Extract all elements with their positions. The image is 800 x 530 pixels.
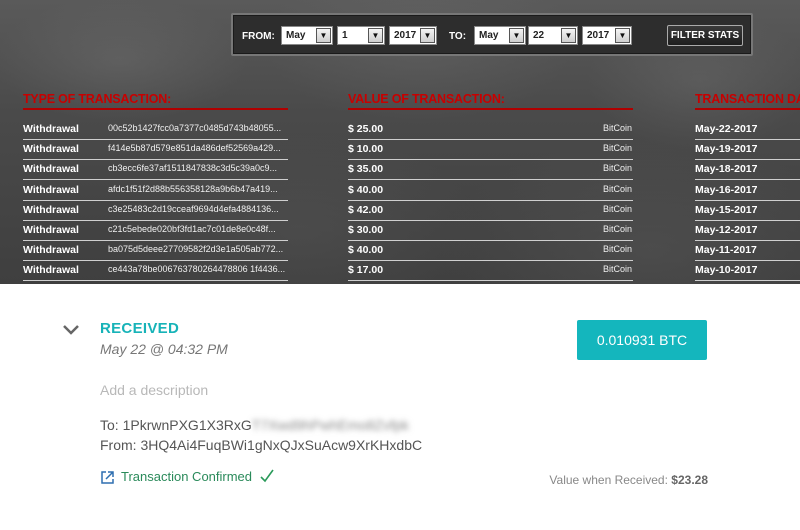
row-divider xyxy=(348,240,633,241)
transaction-date-cell: May-11-2017 xyxy=(695,244,757,256)
transaction-hash-cell: ba075d5deee27709582f2d3e1a505ab772... xyxy=(108,244,284,254)
to-month-select[interactable]: May ▼ xyxy=(474,26,526,45)
redacted-address: T7Xwd9hPwhEmo8Zvfpk xyxy=(251,417,409,433)
transaction-hash-cell: 00c52b1427fcc0a7377c0485d743b48055... xyxy=(108,123,282,133)
to-year-select[interactable]: 2017 ▼ xyxy=(582,26,632,45)
transaction-date-cell: May-12-2017 xyxy=(695,224,758,236)
transaction-type-cell: Withdrawal xyxy=(23,143,79,155)
transaction-hash-cell: afdc1f51f2d88b556358128a9b6b47a419... xyxy=(108,184,278,194)
to-label: TO: xyxy=(449,31,467,42)
transaction-currency-cell: BitCoin xyxy=(602,244,632,254)
row-divider xyxy=(348,260,633,261)
transaction-currency-cell: BitCoin xyxy=(602,204,632,214)
row-divider xyxy=(23,260,288,261)
row-divider xyxy=(23,240,288,241)
transaction-date-cell: May-19-2017 xyxy=(695,143,758,155)
transaction-value-cell: $ 40.00 xyxy=(348,184,384,196)
dropdown-arrow-icon: ▼ xyxy=(368,28,383,43)
row-divider xyxy=(695,179,800,180)
row-divider xyxy=(695,200,800,201)
from-year-select[interactable]: 2017 ▼ xyxy=(389,26,437,45)
transaction-type-cell: Withdrawal xyxy=(23,163,79,175)
transaction-value-cell: $ 30.00 xyxy=(348,224,384,236)
transaction-type-cell: Withdrawal xyxy=(23,224,79,236)
transaction-hash-cell: cb3ecc6fe37af1511847838c3d5c39a0c9... xyxy=(108,163,277,173)
dropdown-arrow-icon: ▼ xyxy=(615,28,630,43)
transaction-currency-cell: BitCoin xyxy=(602,123,632,133)
chevron-down-icon[interactable] xyxy=(62,323,80,337)
from-day-select[interactable]: 1 ▼ xyxy=(337,26,385,45)
row-divider xyxy=(695,159,800,160)
row-divider xyxy=(348,179,633,180)
add-description-field[interactable]: Add a description xyxy=(100,382,208,398)
row-divider xyxy=(348,159,633,160)
date-column-header: TRANSACTION DA xyxy=(695,92,800,106)
transaction-type-cell: Withdrawal xyxy=(23,184,79,196)
to-address: To: 1PkrwnPXG1X3RxGT7Xwd9hPwhEmo8Zvfpk xyxy=(100,417,409,433)
transaction-type-cell: Withdrawal xyxy=(23,123,79,135)
transaction-hash-cell: c21c5ebede020bf3fd1ac7c01de8e0c48f... xyxy=(108,224,276,234)
transaction-confirmed-link[interactable]: Transaction Confirmed xyxy=(121,469,252,484)
transaction-date-cell: May-10-2017 xyxy=(695,264,758,276)
transaction-currency-cell: BitCoin xyxy=(602,224,632,234)
transaction-value-cell: $ 17.00 xyxy=(348,264,384,276)
transaction-type-cell: Withdrawal xyxy=(23,264,79,276)
transaction-date-cell: May-16-2017 xyxy=(695,184,758,196)
type-header-rule xyxy=(23,108,288,110)
transaction-value-cell: $ 10.00 xyxy=(348,143,384,155)
dropdown-arrow-icon: ▼ xyxy=(561,28,576,43)
transaction-date-cell: May-15-2017 xyxy=(695,204,758,216)
row-divider xyxy=(695,220,800,221)
row-divider xyxy=(23,200,288,201)
dropdown-arrow-icon: ▼ xyxy=(509,28,524,43)
dropdown-arrow-icon: ▼ xyxy=(420,28,435,43)
row-divider xyxy=(695,139,800,140)
value-header-rule xyxy=(348,108,633,110)
external-link-icon[interactable] xyxy=(100,470,115,485)
type-column-header: TYPE OF TRANSACTION: xyxy=(23,92,172,106)
transaction-currency-cell: BitCoin xyxy=(602,163,632,173)
transaction-hash-cell: c3e25483c2d19cceaf9694d4efa4884136... xyxy=(108,204,279,214)
value-column-header: VALUE OF TRANSACTION: xyxy=(348,92,505,106)
row-divider xyxy=(23,179,288,180)
to-day-select[interactable]: 22 ▼ xyxy=(528,26,578,45)
row-divider xyxy=(695,280,800,281)
transaction-date: May 22 @ 04:32 PM xyxy=(100,341,228,357)
dropdown-arrow-icon: ▼ xyxy=(316,28,331,43)
transaction-hash-cell: f414e5b87d579e851da486def52569a429... xyxy=(108,143,281,153)
from-address: From: 3HQ4Ai4FuqBWi1gNxQJxSuAcw9XrKHxdbC xyxy=(100,437,423,453)
from-label: FROM: xyxy=(242,31,275,42)
transaction-date-cell: May-22-2017 xyxy=(695,123,758,135)
row-divider xyxy=(348,220,633,221)
filter-stats-button[interactable]: FILTER STATS xyxy=(667,25,743,46)
date-filter-bar: FROM: May ▼ 1 ▼ 2017 ▼ TO: May ▼ 22 ▼ 20… xyxy=(231,13,753,56)
row-divider xyxy=(23,139,288,140)
value-when-received: Value when Received: $23.28 xyxy=(549,473,708,487)
transaction-date-cell: May-18-2017 xyxy=(695,163,758,175)
transaction-stats-panel: FROM: May ▼ 1 ▼ 2017 ▼ TO: May ▼ 22 ▼ 20… xyxy=(0,0,800,284)
transaction-currency-cell: BitCoin xyxy=(602,143,632,153)
transaction-currency-cell: BitCoin xyxy=(602,184,632,194)
row-divider xyxy=(348,200,633,201)
transaction-status: RECEIVED xyxy=(100,320,180,337)
transaction-hash-cell: ce443a78be006763780264478806 1f4436... xyxy=(108,264,286,274)
transaction-type-cell: Withdrawal xyxy=(23,244,79,256)
from-month-select[interactable]: May ▼ xyxy=(281,26,333,45)
row-divider xyxy=(23,280,288,281)
transaction-value-cell: $ 25.00 xyxy=(348,123,384,135)
row-divider xyxy=(23,220,288,221)
row-divider xyxy=(695,260,800,261)
transaction-value-cell: $ 35.00 xyxy=(348,163,384,175)
transaction-value-cell: $ 40.00 xyxy=(348,244,384,256)
date-header-rule xyxy=(695,108,800,110)
transaction-currency-cell: BitCoin xyxy=(602,264,632,274)
row-divider xyxy=(348,139,633,140)
transaction-type-cell: Withdrawal xyxy=(23,204,79,216)
row-divider xyxy=(695,240,800,241)
row-divider xyxy=(23,159,288,160)
row-divider xyxy=(348,280,633,281)
transaction-value-cell: $ 42.00 xyxy=(348,204,384,216)
btc-amount-button[interactable]: 0.010931 BTC xyxy=(577,320,707,360)
checkmark-icon xyxy=(260,469,274,483)
